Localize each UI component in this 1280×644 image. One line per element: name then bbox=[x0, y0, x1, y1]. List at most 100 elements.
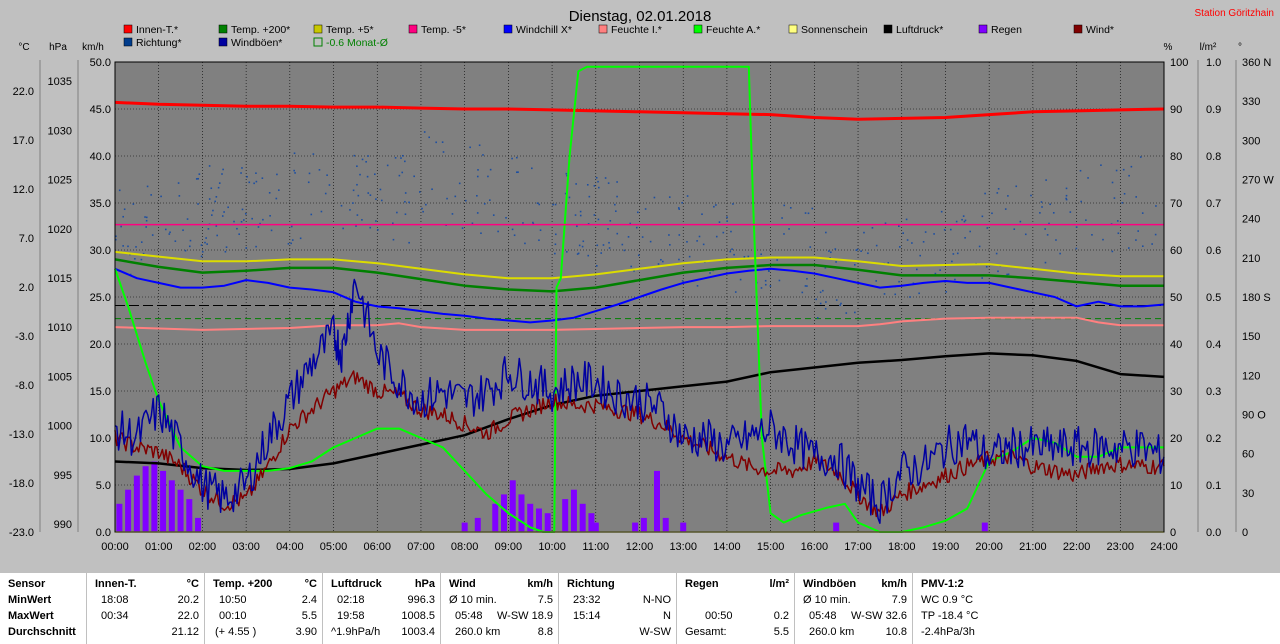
humidity-tick-label: 80 bbox=[1170, 151, 1182, 163]
direction-point bbox=[1015, 185, 1018, 188]
legend-label-12: Windböen* bbox=[231, 37, 282, 49]
direction-point bbox=[197, 203, 199, 205]
legend-swatch-7 bbox=[788, 24, 798, 34]
direction-point bbox=[478, 144, 481, 147]
rain-tick-label: 0.6 bbox=[1206, 245, 1221, 257]
direction-point bbox=[310, 213, 313, 216]
rain-bar-7 bbox=[177, 489, 184, 532]
direction-point bbox=[997, 270, 999, 273]
temp-tick-label: 12.0 bbox=[13, 184, 34, 196]
direction-point bbox=[374, 173, 376, 176]
direction-point bbox=[722, 231, 725, 234]
direction-point bbox=[854, 311, 856, 314]
direction-point bbox=[290, 242, 292, 245]
richtung-max-time: 15:14 bbox=[573, 610, 601, 622]
direction-point bbox=[365, 160, 367, 163]
direction-point bbox=[688, 255, 691, 258]
humidity-unit: % bbox=[1164, 42, 1173, 53]
temp-tick-label: -13.0 bbox=[9, 429, 34, 441]
direction-point bbox=[342, 227, 344, 230]
x-tick-label: 16:00 bbox=[801, 541, 829, 553]
direction-point bbox=[778, 279, 781, 282]
direction-point bbox=[1079, 169, 1082, 172]
x-tick-label: 17:00 bbox=[844, 541, 872, 553]
x-tick-label: 01:00 bbox=[145, 541, 173, 553]
direction-point bbox=[400, 157, 402, 159]
direction-point bbox=[1141, 245, 1144, 248]
direction-point bbox=[649, 240, 652, 243]
direction-point bbox=[575, 183, 577, 185]
direction-point bbox=[887, 262, 890, 264]
legend-label-10: Wind* bbox=[1086, 24, 1114, 36]
wind-max-time: 05:48 bbox=[455, 610, 483, 622]
direction-point bbox=[635, 226, 638, 229]
direction-point bbox=[961, 218, 963, 221]
x-tick-label: 03:00 bbox=[232, 541, 260, 553]
direction-point bbox=[212, 209, 214, 212]
direction-point bbox=[227, 206, 229, 209]
x-tick-label: 11:00 bbox=[582, 541, 609, 553]
direction-point bbox=[718, 221, 721, 223]
direction-point bbox=[391, 222, 394, 225]
x-tick-label: 02:00 bbox=[189, 541, 217, 553]
temp-tick-label: 2.0 bbox=[19, 282, 34, 294]
direction-point bbox=[324, 192, 327, 195]
direction-point bbox=[188, 245, 191, 248]
direction-point bbox=[739, 278, 742, 281]
direction-point bbox=[840, 302, 842, 305]
direction-point bbox=[376, 229, 379, 231]
direction-point bbox=[380, 199, 383, 202]
humidity-tick-label: 100 bbox=[1170, 57, 1188, 69]
luftdruck-avg-value: 1003.4 bbox=[401, 626, 435, 638]
direction-point bbox=[312, 153, 315, 155]
direction-point bbox=[995, 252, 998, 255]
direction-point bbox=[326, 174, 328, 176]
direction-point bbox=[216, 234, 218, 237]
direction-point bbox=[698, 235, 701, 238]
direction-point bbox=[554, 252, 556, 255]
direction-point bbox=[1039, 212, 1041, 214]
direction-point bbox=[743, 256, 746, 258]
rain-bar-20 bbox=[570, 489, 577, 532]
direction-point bbox=[480, 232, 482, 235]
direction-point bbox=[357, 194, 360, 197]
temp-tick-label: -8.0 bbox=[15, 380, 34, 392]
direction-tick-label: 0 bbox=[1242, 527, 1248, 539]
direction-point bbox=[806, 285, 808, 287]
wind-avg-value: 8.8 bbox=[537, 626, 553, 638]
col-regen: Regen l/m² 00:50 0.2 Gesamt: 5.5 bbox=[676, 573, 795, 644]
direction-point bbox=[195, 178, 198, 180]
direction-point bbox=[681, 201, 683, 204]
direction-point bbox=[801, 291, 804, 294]
direction-point bbox=[1123, 192, 1126, 195]
rain-bar-5 bbox=[160, 470, 167, 532]
direction-point bbox=[413, 175, 415, 178]
luftdruck-max-time: 19:58 bbox=[337, 610, 365, 622]
direction-point bbox=[379, 188, 382, 191]
direction-unit: ° bbox=[1238, 42, 1242, 53]
wind-tick-label: 30.0 bbox=[90, 245, 111, 257]
direction-point bbox=[884, 222, 887, 225]
direction-point bbox=[205, 237, 207, 239]
regen-total-value: 5.5 bbox=[773, 626, 789, 638]
direction-point bbox=[696, 285, 699, 287]
direction-point bbox=[902, 232, 905, 234]
direction-point bbox=[986, 227, 989, 229]
direction-point bbox=[1013, 228, 1016, 230]
direction-point bbox=[225, 246, 228, 248]
direction-point bbox=[681, 280, 684, 282]
direction-point bbox=[933, 233, 935, 235]
direction-point bbox=[222, 168, 224, 171]
direction-point bbox=[581, 245, 584, 248]
direction-point bbox=[464, 199, 467, 202]
direction-point bbox=[1122, 168, 1125, 171]
direction-point bbox=[733, 253, 735, 256]
direction-point bbox=[356, 165, 358, 168]
temp200-header: Temp. +200 bbox=[213, 578, 273, 590]
rain-tick-label: 0.0 bbox=[1206, 527, 1221, 539]
temp200-max-time: 00:10 bbox=[219, 610, 247, 622]
regen-max-value: 0.2 bbox=[773, 610, 789, 622]
direction-point bbox=[637, 254, 640, 257]
direction-point bbox=[593, 214, 596, 216]
direction-point bbox=[807, 212, 810, 215]
